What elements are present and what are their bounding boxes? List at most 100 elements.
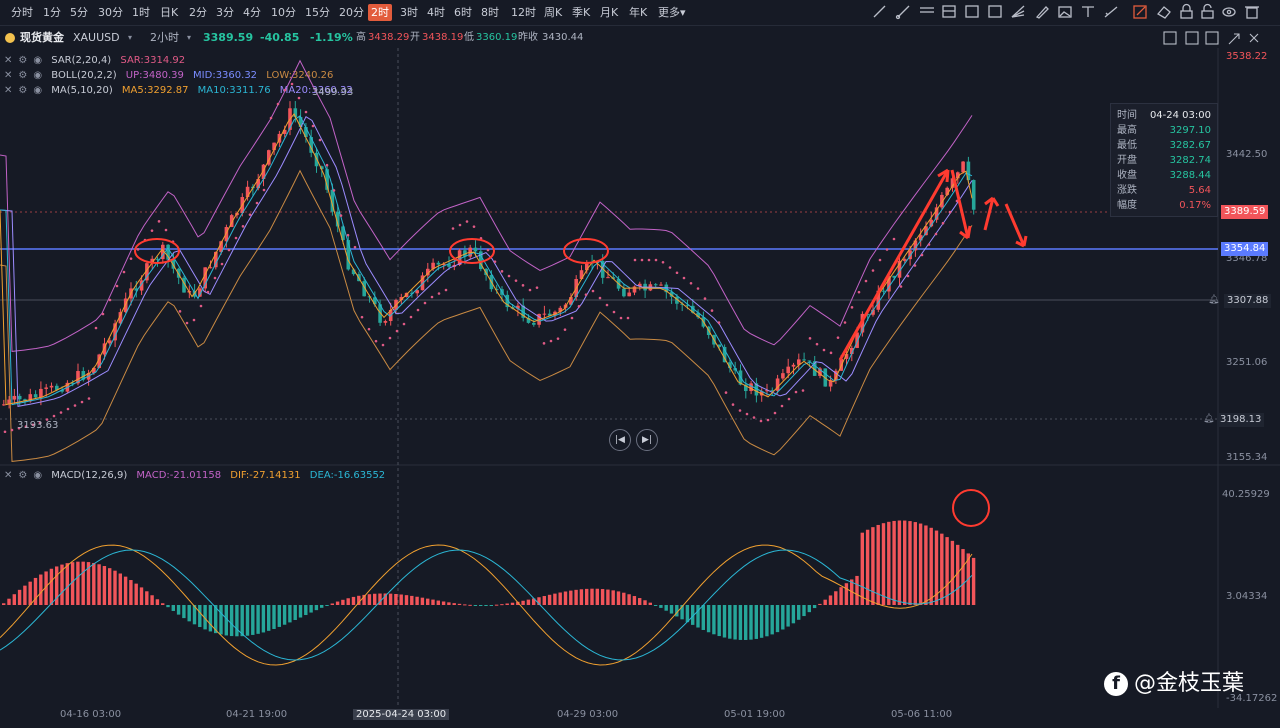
sar-dot: [626, 316, 630, 320]
alert-price-tag[interactable]: 3307.88: [1224, 294, 1272, 308]
macd-histogram-bar: [97, 564, 101, 605]
sar-dot: [850, 306, 854, 309]
x-axis-crosshair-label: 2025-04-24 03:00: [353, 709, 450, 720]
hline-price-tag[interactable]: 3354.84: [1221, 242, 1269, 256]
macd-histogram-bar: [65, 563, 69, 605]
candle-body: [802, 359, 806, 361]
sar-dot: [745, 412, 749, 416]
macd-histogram-bar: [918, 523, 923, 605]
sar-dot: [843, 321, 847, 324]
candle-body: [39, 388, 43, 398]
candlestick-chart[interactable]: [0, 0, 1280, 728]
sar-dot: [255, 201, 259, 205]
sar-dot: [773, 411, 777, 415]
sar-dot: [682, 276, 686, 280]
sar-dot: [640, 258, 644, 262]
macd-histogram-bar: [468, 604, 472, 606]
sar-dot: [787, 397, 791, 401]
sar-dot: [584, 293, 588, 296]
peak-label: 3499.93: [312, 87, 354, 98]
sar-dot: [66, 407, 70, 411]
macd-histogram-bar: [256, 605, 260, 634]
macd-histogram-bar: [182, 605, 186, 619]
sar-dot: [283, 88, 287, 92]
info-key: 收盘: [1117, 170, 1137, 181]
macd-histogram-bar: [595, 588, 599, 605]
macd-histogram-bar: [961, 549, 965, 605]
macd-histogram-bar: [908, 521, 912, 605]
candle-body: [224, 227, 229, 242]
macd-histogram-bar: [320, 605, 324, 608]
candle-body: [2, 404, 6, 406]
macd-histogram-bar: [648, 602, 652, 605]
macd-histogram-bar: [399, 594, 403, 605]
macd-histogram-bar: [526, 599, 531, 605]
sar-dot: [290, 82, 294, 86]
macd-histogram-bar: [712, 605, 716, 635]
sar-dot: [437, 292, 441, 295]
macd-histogram-bar: [791, 605, 796, 624]
sar-dot: [318, 138, 322, 142]
sar-dot: [304, 110, 308, 114]
macd-histogram-bar: [473, 605, 478, 606]
macd-histogram-bar: [272, 605, 276, 629]
bell-icon[interactable]: 🔔︎: [1203, 414, 1214, 424]
x-axis-label: 04-29 03:00: [557, 709, 619, 720]
macd-histogram-bar: [807, 605, 811, 613]
macd-histogram-bar: [325, 605, 329, 606]
macd-histogram-bar: [394, 593, 398, 605]
candle-body: [49, 385, 54, 388]
macd-histogram-bar: [579, 589, 584, 605]
sar-dot: [129, 257, 133, 260]
sar-dot: [199, 304, 203, 308]
scroll-right-button[interactable]: ▶|: [636, 429, 658, 451]
macd-histogram-bar: [314, 605, 319, 611]
candle-body: [606, 277, 610, 279]
sar-dot: [297, 96, 301, 100]
sar-dot: [528, 288, 532, 292]
macd-histogram-bar: [282, 605, 287, 625]
sar-dot: [675, 271, 679, 275]
macd-histogram-bar: [49, 568, 54, 605]
macd-histogram-bar: [759, 605, 764, 638]
macd-histogram-bar: [802, 605, 806, 617]
sar-dot: [703, 297, 707, 300]
macd-histogram-bar: [569, 590, 573, 605]
sar-dot: [423, 301, 427, 305]
macd-histogram-bar: [632, 596, 637, 605]
sar-dot: [402, 322, 406, 326]
macd-histogram-bar: [404, 595, 409, 605]
sar-dot: [150, 229, 154, 232]
macd-histogram-bar: [92, 562, 96, 605]
trend-arrow: [1004, 203, 1026, 247]
scroll-left-button[interactable]: |◀: [609, 429, 631, 451]
sar-dot: [836, 336, 840, 339]
trend-arrow: [838, 169, 950, 361]
macd-histogram-bar: [558, 592, 562, 605]
sar-dot: [101, 312, 105, 316]
macd-histogram-bar: [113, 570, 117, 605]
watermark-text: @金枝玉葉: [1134, 671, 1245, 696]
sar-dot: [927, 243, 931, 246]
macd-histogram-bar: [208, 605, 213, 632]
candle-body: [971, 180, 976, 210]
macd-histogram-bar: [903, 520, 907, 605]
macd-histogram-bar: [733, 605, 737, 640]
macd-histogram-bar: [653, 605, 658, 606]
sar-dot: [696, 287, 700, 290]
bell-icon[interactable]: 🔔︎: [1208, 295, 1219, 305]
sar-dot: [605, 303, 609, 307]
sar-dot: [507, 274, 511, 278]
sar-dot: [829, 351, 833, 355]
sar-dot: [738, 409, 742, 412]
macd-histogram-bar: [447, 602, 451, 605]
sar-dot: [234, 236, 238, 240]
sar-dot: [94, 326, 98, 330]
alert-price-tag[interactable]: 3198.13: [1217, 413, 1265, 427]
macd-histogram-bar: [696, 605, 700, 628]
macd-histogram-bar: [500, 604, 504, 606]
x-axis-label: 04-21 19:00: [226, 709, 288, 720]
info-key: 开盘: [1117, 155, 1137, 166]
macd-histogram-bar: [797, 605, 801, 620]
candle-body: [632, 286, 637, 293]
